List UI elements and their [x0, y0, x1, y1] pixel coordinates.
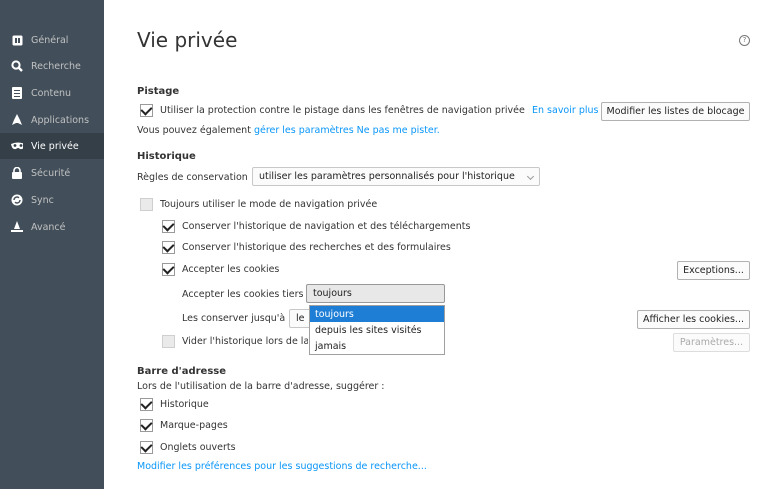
always-private-checkbox[interactable]	[140, 198, 153, 211]
third-party-cookies-dropdown: toujours depuis les sites visités jamais	[309, 305, 445, 355]
sidebar-item-label: Applications	[31, 114, 90, 126]
rocket-icon	[11, 114, 23, 126]
page-title: Vie privée	[137, 28, 238, 52]
retention-rules-label: Règles de conservation :	[137, 172, 255, 183]
dropdown-option-always[interactable]: toujours	[310, 306, 444, 322]
clear-settings-button[interactable]: Paramètres...	[673, 333, 750, 352]
search-suggestions-link[interactable]: Modifier les préférences pour les sugges…	[137, 461, 427, 472]
retention-rules-value: utiliser les paramètres personnalisés po…	[259, 171, 515, 182]
sidebar-item-advanced[interactable]: Avancé	[0, 214, 104, 240]
lock-icon	[11, 167, 23, 179]
clear-on-close-checkbox[interactable]	[162, 335, 175, 348]
accept-cookies-label: Accepter les cookies	[182, 264, 280, 275]
tracking-heading: Pistage	[137, 86, 180, 97]
third-party-cookies-value: toujours	[313, 288, 352, 299]
third-party-cookies-select[interactable]: toujours	[306, 284, 445, 303]
exceptions-button[interactable]: Exceptions...	[677, 261, 750, 280]
tracking-protection-label: Utiliser la protection contre le pistage…	[160, 105, 525, 116]
always-private-label: Toujours utiliser le mode de navigation …	[160, 199, 378, 210]
keep-until-label: Les conserver jusqu'à :	[182, 313, 292, 324]
general-icon	[11, 34, 23, 46]
sidebar-item-general[interactable]: Général	[0, 27, 104, 53]
history-heading: Historique	[137, 151, 196, 162]
sidebar-item-search[interactable]: Recherche	[0, 53, 104, 79]
sidebar-item-label: Sync	[31, 194, 54, 206]
sidebar-item-applications[interactable]: Applications	[0, 107, 104, 133]
mask-icon	[11, 140, 23, 152]
sidebar-item-label: Général	[31, 34, 69, 46]
accept-cookies-checkbox[interactable]	[162, 263, 175, 276]
sidebar-item-label: Avancé	[31, 221, 66, 233]
learn-more-link[interactable]: En savoir plus	[532, 105, 598, 116]
suggest-history-label: Historique	[160, 399, 209, 410]
addressbar-heading: Barre d'adresse	[137, 366, 227, 377]
sync-icon	[11, 194, 23, 206]
retention-rules-select[interactable]: utiliser les paramètres personnalisés po…	[252, 167, 540, 186]
dnt-prefix: Vous pouvez également	[137, 125, 254, 136]
chevron-down-icon	[526, 172, 535, 181]
document-icon	[11, 87, 23, 99]
sidebar-item-security[interactable]: Sécurité	[0, 160, 104, 186]
suggest-open-tabs-checkbox[interactable]	[140, 441, 153, 454]
suggest-bookmarks-label: Marque-pages	[160, 420, 228, 431]
suggest-open-tabs-label: Onglets ouverts	[160, 442, 236, 453]
suggest-history-checkbox[interactable]	[140, 398, 153, 411]
sidebar-item-label: Vie privée	[31, 140, 79, 152]
dnt-settings-link[interactable]: gérer les paramètres Ne pas me pister.	[254, 125, 440, 136]
clear-on-close-label: Vider l'historique lors de la	[182, 336, 308, 347]
third-party-cookies-label: Accepter les cookies tiers :	[182, 289, 310, 300]
wizard-icon	[11, 221, 23, 233]
suggest-bookmarks-checkbox[interactable]	[140, 419, 153, 432]
keep-until-value: le	[296, 313, 305, 324]
tracking-protection-checkbox[interactable]	[140, 104, 153, 117]
keep-until-select[interactable]: le	[289, 309, 311, 328]
sidebar-item-label: Sécurité	[31, 167, 71, 179]
keep-search-history-checkbox[interactable]	[162, 241, 175, 254]
help-icon[interactable]: ?	[739, 35, 750, 46]
keep-browsing-history-label: Conserver l'historique de navigation et …	[182, 221, 471, 232]
dnt-text: Vous pouvez également gérer les paramètr…	[137, 125, 440, 136]
keep-browsing-history-checkbox[interactable]	[162, 220, 175, 233]
dropdown-option-never[interactable]: jamais	[310, 338, 444, 354]
sidebar-item-label: Contenu	[31, 87, 72, 99]
sidebar: Général Recherche Contenu Applications V…	[0, 0, 104, 489]
sidebar-item-sync[interactable]: Sync	[0, 187, 104, 213]
addressbar-subtitle: Lors de l'utilisation de la barre d'adre…	[137, 381, 385, 392]
dropdown-option-visited[interactable]: depuis les sites visités	[310, 322, 444, 338]
search-icon	[11, 60, 23, 72]
show-cookies-button[interactable]: Afficher les cookies...	[637, 310, 750, 329]
sidebar-item-label: Recherche	[31, 60, 81, 72]
sidebar-item-privacy[interactable]: Vie privée	[0, 133, 104, 159]
modify-block-lists-button[interactable]: Modifier les listes de blocage	[601, 102, 750, 121]
sidebar-item-content[interactable]: Contenu	[0, 80, 104, 106]
keep-search-history-label: Conserver l'historique des recherches et…	[182, 242, 451, 253]
